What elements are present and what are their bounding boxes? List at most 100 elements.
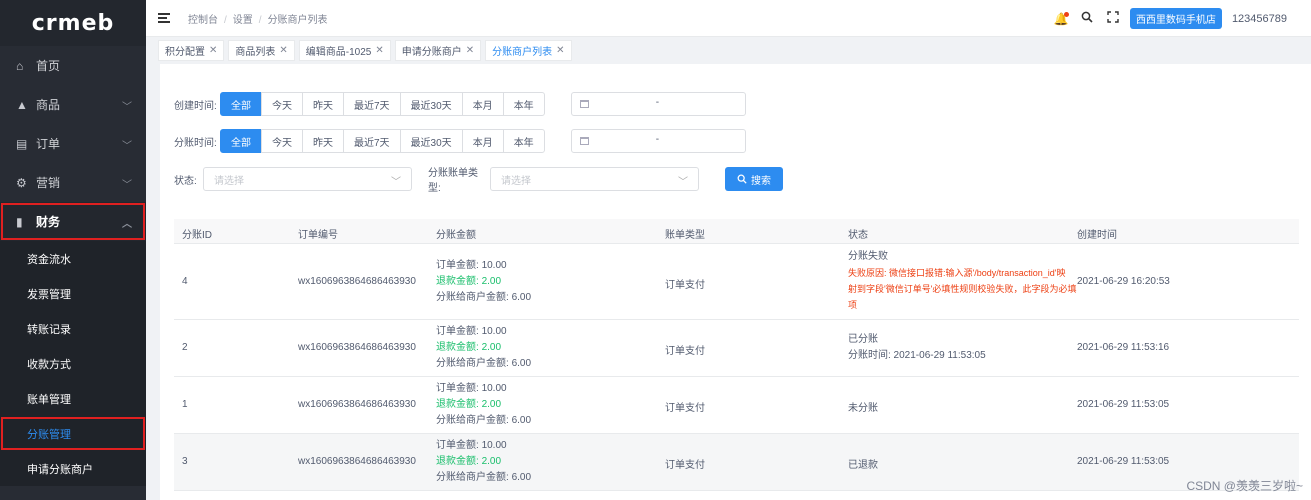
- sidebar-item-payment-method[interactable]: 收款方式: [0, 346, 146, 381]
- logo[interactable]: crmeb: [0, 0, 146, 46]
- fullscreen-icon[interactable]: [1100, 11, 1126, 26]
- column-header: 分账ID: [182, 230, 212, 241]
- status-text: 已分账: [848, 334, 878, 345]
- split-table: 分账ID 订单编号 分账金额 账单类型 状态 创建时间 4 wx16069638…: [174, 219, 1299, 491]
- store-badge[interactable]: 西西里数码手机店: [1129, 8, 1222, 29]
- watermark: CSDN @羡羡三岁啦~: [1186, 479, 1303, 493]
- amount-label: 订单金额:: [436, 260, 479, 271]
- status-block: 已分账 分账时间: 2021-06-29 11:53:05: [848, 332, 986, 364]
- chevron-up-icon: ︿: [122, 219, 132, 230]
- amount-label: 订单金额:: [436, 440, 479, 451]
- tag-edit-goods[interactable]: 编辑商品-1025 ✕: [298, 40, 391, 61]
- period-selector: 全部 今天 昨天 最近7天 最近30天 本月 本年: [220, 92, 545, 116]
- period-today[interactable]: 今天: [261, 92, 303, 116]
- amount-label: 订单金额:: [436, 383, 479, 394]
- tags-bar: 积分配置 ✕ 商品列表 ✕ 编辑商品-1025 ✕ 申请分账商户 ✕ 分账商户列表 ✕: [146, 37, 1311, 64]
- bill-type-select[interactable]: 请选择 ﹀: [490, 167, 699, 191]
- period-month[interactable]: 本月: [461, 92, 504, 116]
- sidebar-item-label: 首页: [36, 59, 61, 73]
- date-range-input[interactable]: -: [570, 92, 746, 116]
- column-header: 状态: [848, 230, 868, 241]
- finance-icon: ▮: [16, 214, 23, 229]
- tag-split-list[interactable]: 分账商户列表 ✕: [485, 40, 572, 61]
- split-id: 1: [182, 399, 188, 410]
- chevron-down-icon: ﹀: [391, 177, 401, 188]
- failure-reason: 项: [848, 300, 858, 310]
- sidebar-item-split[interactable]: 分账管理: [0, 416, 146, 451]
- order-number: wx1606963864686463930: [298, 276, 416, 287]
- period-7days[interactable]: 最近7天: [343, 129, 401, 153]
- sidebar-item-transfer[interactable]: 转账记录: [0, 311, 146, 346]
- amount-block: 订单金额: 10.00 退款金额: 2.00 分账给商户金额: 6.00: [436, 381, 531, 429]
- merchant-amount: 6.00: [511, 358, 532, 369]
- calendar-icon: [579, 137, 589, 145]
- sidebar-item-goods[interactable]: ▲ 商品 ﹀: [0, 85, 146, 124]
- period-7days[interactable]: 最近7天: [343, 92, 401, 116]
- status-text: 未分账: [848, 403, 878, 414]
- username[interactable]: 123456789: [1232, 13, 1287, 25]
- period-all[interactable]: 全部: [220, 92, 262, 116]
- search-icon: [737, 174, 747, 184]
- period-today[interactable]: 今天: [261, 129, 303, 153]
- sidebar-item-label: 订单: [36, 137, 61, 151]
- sidebar-item-fund-flow[interactable]: 资金流水: [0, 241, 146, 276]
- close-icon[interactable]: ✕: [556, 45, 564, 56]
- period-yesterday[interactable]: 昨天: [302, 129, 344, 153]
- created-time: 2021-06-29 11:53:05: [1077, 456, 1170, 467]
- period-yesterday[interactable]: 昨天: [302, 92, 344, 116]
- close-icon[interactable]: ✕: [279, 45, 287, 56]
- date-range-separator: -: [655, 134, 660, 145]
- amount-block: 订单金额: 10.00 退款金额: 2.00 分账给商户金额: 6.00: [436, 324, 531, 372]
- sidebar-item-marketing[interactable]: ⚙ 营销 ﹀: [0, 163, 146, 202]
- close-icon[interactable]: ✕: [466, 45, 474, 56]
- period-month[interactable]: 本月: [461, 129, 504, 153]
- sidebar-item-label: 商品: [36, 98, 61, 112]
- chevron-down-icon: ﹀: [678, 177, 688, 188]
- order-icon: ▤: [16, 136, 28, 151]
- tag-goods-list[interactable]: 商品列表 ✕: [228, 40, 295, 61]
- search-button[interactable]: 搜索: [725, 167, 783, 191]
- tag-apply-split[interactable]: 申请分账商户 ✕: [394, 40, 482, 61]
- status-text: 已退款: [848, 460, 878, 471]
- close-icon[interactable]: ✕: [209, 45, 217, 56]
- filter-status-row: 状态: 请选择 ﹀ 分账账单类型: 请选择 ﹀ 搜索: [174, 167, 783, 194]
- filter-create-time: 创建时间: 全部 今天 昨天 最近7天 最近30天 本月 本年 -: [174, 92, 746, 116]
- failure-reason: 射到字段'微信订单号'必填性规则校验失败，此字段为必填: [848, 284, 1077, 294]
- column-header: 账单类型: [665, 230, 705, 241]
- table-row: 4 wx1606963864686463930 订单金额: 10.00 退款金额…: [174, 244, 1299, 320]
- period-all[interactable]: 全部: [220, 129, 262, 153]
- chevron-down-icon: ﹀: [122, 141, 132, 152]
- tag-points-config[interactable]: 积分配置 ✕: [158, 40, 225, 61]
- sidebar-item-finance[interactable]: ▮ 财务 ︿: [0, 202, 146, 241]
- breadcrumb-item[interactable]: 控制台: [188, 15, 218, 26]
- period-30days[interactable]: 最近30天: [399, 92, 463, 116]
- header-actions: 🔔 西西里数码手机店 123456789: [1048, 0, 1311, 37]
- bell-icon[interactable]: 🔔: [1048, 11, 1074, 26]
- sidebar-item-order[interactable]: ▤ 订单 ﹀: [0, 124, 146, 163]
- breadcrumb-item: 分账商户列表: [267, 14, 328, 26]
- failure-reason: 失败原因: 微信接口报错:输入源'/body/transaction_id'映: [848, 268, 1066, 278]
- amount-block: 订单金额: 10.00 退款金额: 2.00 分账给商户金额: 6.00: [436, 438, 531, 486]
- search-icon[interactable]: [1074, 11, 1100, 26]
- sidebar-item-bill[interactable]: 账单管理: [0, 381, 146, 416]
- select-placeholder: 请选择: [501, 175, 531, 187]
- close-icon[interactable]: ✕: [375, 45, 383, 56]
- tag-label: 编辑商品-1025: [305, 47, 372, 58]
- sidebar-item-apply-split[interactable]: 申请分账商户: [0, 451, 146, 486]
- table-row: 2 wx1606963864686463930 订单金额: 10.00 退款金额…: [174, 320, 1299, 377]
- order-number: wx1606963864686463930: [298, 399, 416, 410]
- calendar-icon: [579, 100, 589, 108]
- split-id: 3: [182, 456, 188, 467]
- period-30days[interactable]: 最近30天: [399, 129, 463, 153]
- menu-toggle-icon[interactable]: [158, 13, 172, 23]
- sidebar-item-home[interactable]: ⌂ 首页: [0, 46, 146, 85]
- date-range-input[interactable]: -: [570, 129, 746, 153]
- order-amount: 10.00: [481, 326, 507, 337]
- period-year[interactable]: 本年: [502, 92, 545, 116]
- order-number: wx1606963864686463930: [298, 456, 416, 467]
- status-select[interactable]: 请选择 ﹀: [203, 167, 412, 191]
- sidebar-item-invoice[interactable]: 发票管理: [0, 276, 146, 311]
- breadcrumb-item[interactable]: 设置: [233, 15, 253, 26]
- tag-label: 分账商户列表: [492, 47, 553, 58]
- period-year[interactable]: 本年: [502, 129, 545, 153]
